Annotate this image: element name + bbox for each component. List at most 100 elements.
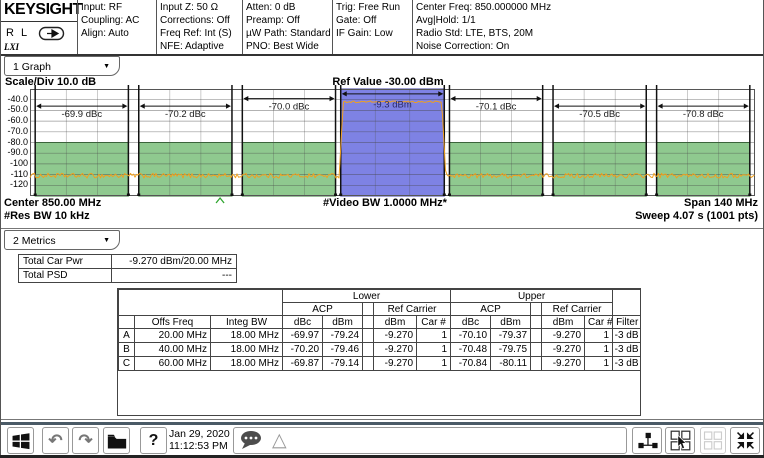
col-header-dbm: dBm: [323, 316, 363, 329]
limit-band: [553, 143, 646, 197]
trace-marker-caret: [216, 198, 224, 203]
ref-carrier-subheader: Ref Carrier: [542, 303, 613, 316]
col-header-dbm: dBm: [542, 316, 585, 329]
inputz-status: Input Z: 50 Ω: [160, 1, 240, 14]
atten-status: Atten: 0 dB: [246, 1, 330, 14]
acp-subheader: ACP: [451, 303, 531, 316]
scale-div-label: Scale/Div 10.0 dB: [5, 76, 96, 88]
fullscreen-toggle-button[interactable]: [730, 427, 760, 454]
acp-table: Lower Upper ACP Ref Carrier ACP Ref Carr…: [118, 289, 641, 371]
window-grid-pointer-icon: [668, 429, 693, 452]
boundary-dot: [655, 194, 658, 197]
help-icon: ?: [149, 432, 159, 450]
alert-triangle-icon: △: [272, 431, 287, 450]
col-header-dbc: dBc: [283, 316, 323, 329]
redo-button[interactable]: ↷: [72, 427, 99, 454]
col-header-dbm: dBm: [491, 316, 531, 329]
spacer-cell: [363, 357, 374, 371]
graph-selector-dropdown[interactable]: 1 Graph ▼: [4, 56, 120, 76]
datetime-display: Jan 29, 2020 11:12:53 PM: [169, 428, 230, 452]
undo-button[interactable]: ↶: [42, 427, 69, 454]
boundary-dot: [230, 194, 233, 197]
cell: 18.00 MHz: [211, 329, 283, 343]
row-label: A: [119, 329, 135, 343]
boundary-dot: [443, 194, 446, 197]
table-row-c: C 60.00 MHz 18.00 MHz -69.87 -79.14 -9.2…: [119, 357, 641, 371]
header-col-meas: Center Freq: 850.000000 MHz Avg|Hold: 1/…: [416, 1, 760, 53]
time-text: 11:12:53 PM: [169, 440, 230, 452]
graph-selector-label: 1 Graph: [13, 61, 51, 73]
limit-band: [657, 143, 750, 197]
spacer-cell: [363, 303, 374, 316]
spacer-cell: [531, 329, 542, 343]
limit-band: [242, 143, 335, 197]
col-header-offs-freq: Offs Freq: [135, 316, 211, 329]
y-tick-label: -90.0: [1, 148, 28, 157]
filter-cell: -3 dB: [613, 329, 641, 343]
metrics-selector-dropdown[interactable]: 2 Metrics ▼: [4, 230, 120, 250]
col-header-dbc: dBc: [451, 316, 491, 329]
total-psd-value: ---: [112, 269, 237, 283]
cell: -70.20: [283, 343, 323, 357]
noisecorr-status: Noise Correction: On: [416, 40, 760, 53]
chevron-down-icon: ▼: [103, 231, 110, 251]
center-freq-annotation: Center 850.00 MHz: [4, 197, 101, 209]
cell: 20.00 MHz: [135, 329, 211, 343]
y-tick-label: -120: [1, 180, 28, 189]
total-car-pwr-label: Total Car Pwr: [19, 255, 112, 269]
cell: -70.84: [451, 357, 491, 371]
total-psd-label: Total PSD: [19, 269, 112, 283]
power-summary-table: Total Car Pwr -9.270 dBm/20.00 MHz Total…: [18, 254, 237, 283]
y-tick-label: -40.0: [1, 95, 28, 104]
y-tick-label: -60.0: [1, 116, 28, 125]
spacer-cell: [363, 343, 374, 357]
taskbar-separator: [0, 422, 764, 425]
res-bw-annotation: #Res BW 10 kHz: [4, 210, 90, 222]
y-tick-label: -80.0: [1, 138, 28, 147]
cell: 60.00 MHz: [135, 357, 211, 371]
cell: 1: [585, 343, 613, 357]
avghold-status: Avg|Hold: 1/1: [416, 14, 760, 27]
spacer-cell: [531, 316, 542, 329]
cell: -79.24: [323, 329, 363, 343]
lxi-label: LXI: [4, 42, 19, 52]
boundary-dot: [127, 194, 130, 197]
header-divider: [412, 0, 413, 55]
cell: 1: [585, 357, 613, 371]
spectrum-plot[interactable]: -69.9 dBc-70.2 dBc-70.0 dBc-70.1 dBc-70.…: [30, 89, 755, 205]
window-arrange-button[interactable]: [665, 427, 695, 454]
cell: -9.270: [542, 357, 585, 371]
logo-divider: [0, 21, 77, 22]
limit-band: [449, 143, 542, 197]
align-status: Align: Auto: [81, 27, 155, 40]
cell: -9.270: [542, 329, 585, 343]
uwpath-status: µW Path: Standard: [246, 27, 330, 40]
table-row-b: B 40.00 MHz 18.00 MHz -70.20 -79.46 -9.2…: [119, 343, 641, 357]
span-annotation: Span 140 MHz: [560, 197, 758, 209]
cell: -69.97: [283, 329, 323, 343]
help-button[interactable]: ?: [140, 427, 167, 454]
cell: -79.37: [491, 329, 531, 343]
block-diagram-button[interactable]: [632, 427, 662, 454]
message-bar[interactable]: △: [233, 427, 627, 454]
cell: -9.270: [374, 343, 417, 357]
file-button[interactable]: [103, 427, 130, 454]
cell: -79.75: [491, 343, 531, 357]
ref-value-label: Ref Value -30.00 dBm: [288, 76, 488, 88]
nfe-status: NFE: Adaptive: [160, 40, 240, 53]
header-divider: [156, 0, 157, 55]
col-header: [119, 316, 135, 329]
y-tick-label: -100: [1, 159, 28, 168]
col-header-car: Car #: [417, 316, 451, 329]
blank-cell: [613, 290, 641, 316]
cell: -80.11: [491, 357, 531, 371]
limit-band: [35, 143, 128, 197]
spacer-cell: [531, 357, 542, 371]
offset-dbc-label: -70.1 dBc: [476, 102, 517, 113]
undo-icon: ↶: [48, 432, 62, 449]
col-header-car: Car #: [585, 316, 613, 329]
acp-table-container: Lower Upper ACP Ref Carrier ACP Ref Carr…: [117, 288, 641, 416]
boundary-dot: [448, 194, 451, 197]
ref-carrier-subheader: Ref Carrier: [374, 303, 451, 316]
windows-button[interactable]: [7, 427, 34, 454]
